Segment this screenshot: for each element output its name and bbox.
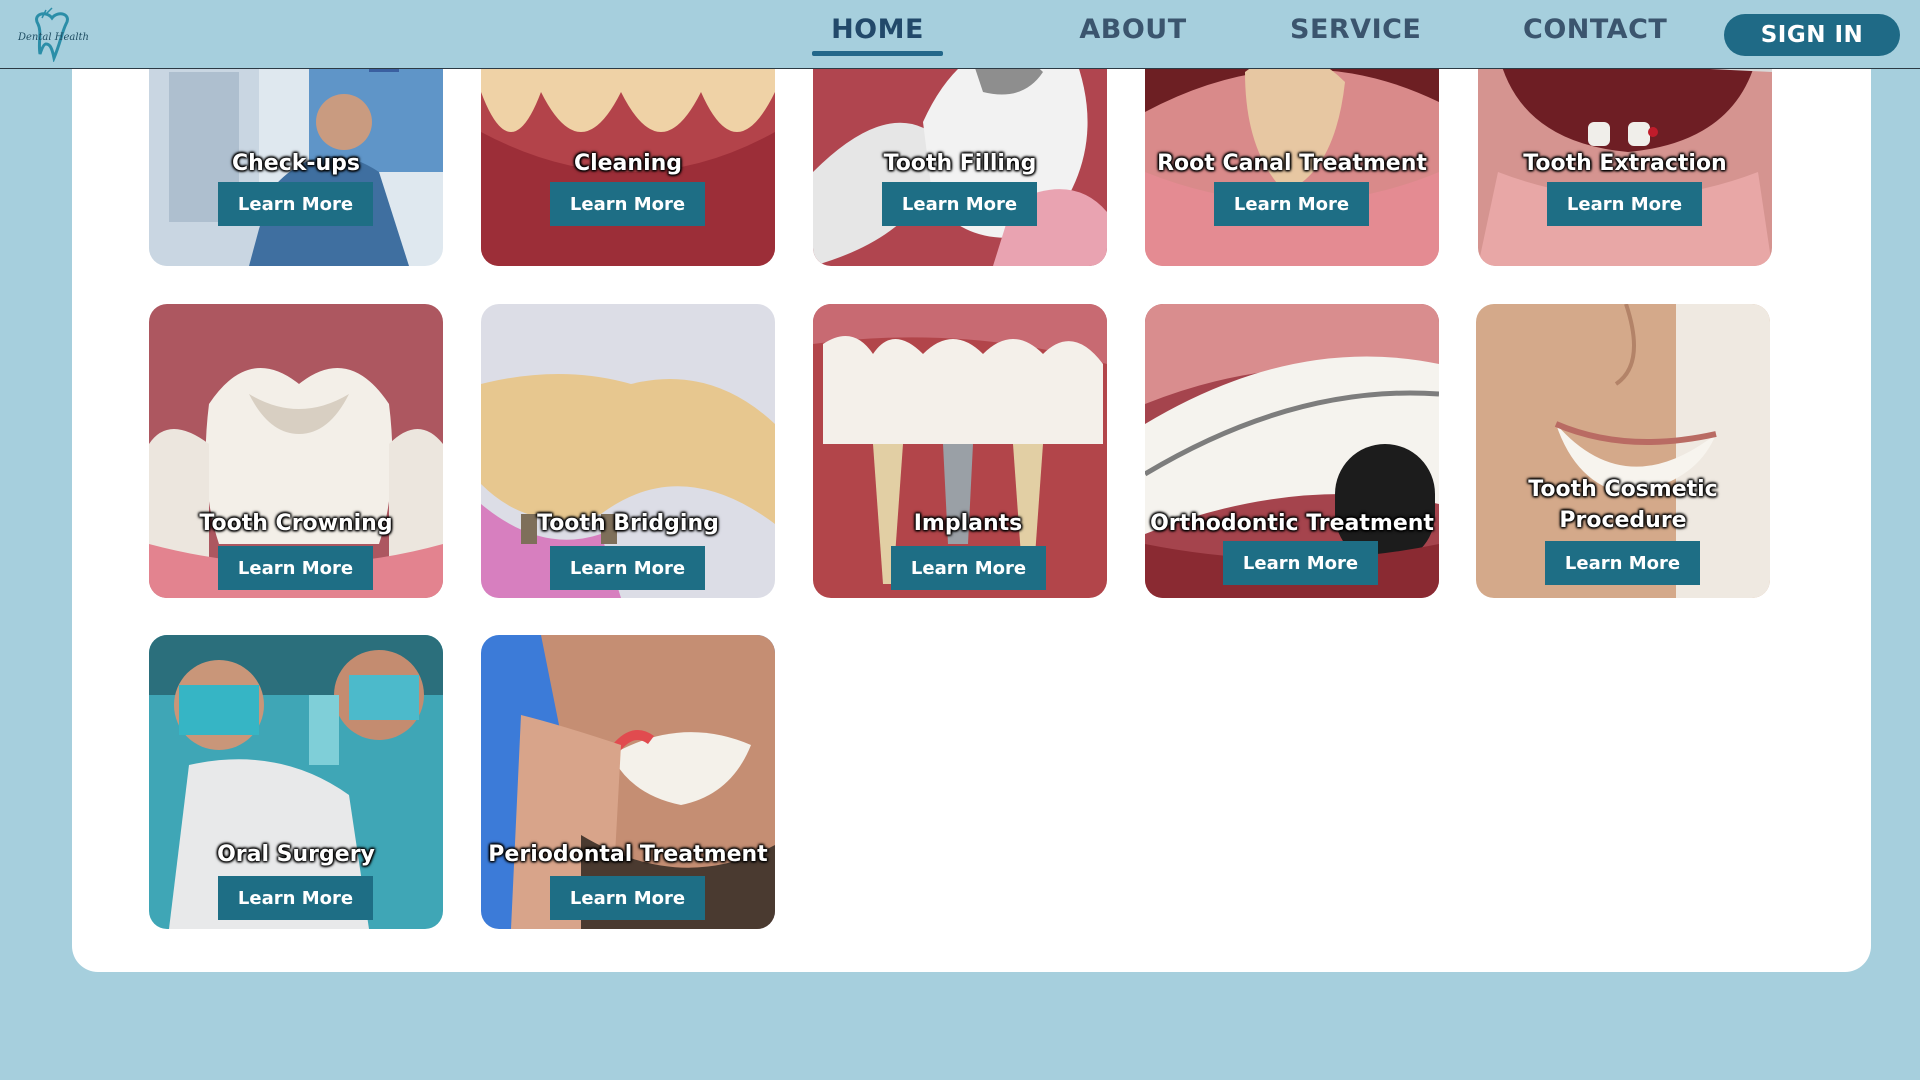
service-card-implants[interactable]: Implants Learn More xyxy=(813,304,1107,598)
learn-more-button[interactable]: Learn More xyxy=(218,546,373,590)
learn-more-button[interactable]: Learn More xyxy=(1545,541,1700,585)
dental-health-logo[interactable]: Dental Health xyxy=(16,4,88,62)
service-title: Cleaning xyxy=(573,151,683,176)
service-card-oral-surgery[interactable]: Oral Surgery Learn More xyxy=(149,635,443,929)
service-card-tooth-crowning[interactable]: Tooth Crowning Learn More xyxy=(149,304,443,598)
service-title: Tooth Filling xyxy=(883,151,1037,176)
service-card-tooth-bridging[interactable]: Tooth Bridging Learn More xyxy=(481,304,775,598)
service-title: Periodontal Treatment xyxy=(488,842,768,867)
service-card-cosmetic[interactable]: Tooth Cosmetic Procedure Learn More xyxy=(1476,304,1770,598)
service-title: Tooth Cosmetic Procedure xyxy=(1528,477,1718,533)
service-card-periodontal[interactable]: Periodontal Treatment Learn More xyxy=(481,635,775,929)
service-card-orthodontic[interactable]: Orthodontic Treatment Learn More xyxy=(1145,304,1439,598)
learn-more-button[interactable]: Learn More xyxy=(550,546,705,590)
nav-about-link[interactable]: ABOUT xyxy=(1052,14,1214,54)
learn-more-button[interactable]: Learn More xyxy=(218,182,373,226)
service-title: Check-ups xyxy=(231,151,361,176)
service-title: Tooth Bridging xyxy=(537,511,719,536)
top-navbar: Dental Health HOME ABOUT SERVICE CONTACT… xyxy=(0,0,1920,69)
service-title: Root Canal Treatment xyxy=(1157,151,1427,176)
learn-more-button[interactable]: Learn More xyxy=(218,876,373,920)
service-title: Implants xyxy=(913,511,1023,536)
learn-more-button[interactable]: Learn More xyxy=(550,876,705,920)
service-title: Tooth Extraction xyxy=(1523,151,1727,176)
nav-contact-link[interactable]: CONTACT xyxy=(1523,14,1667,54)
learn-more-button[interactable]: Learn More xyxy=(550,182,705,226)
learn-more-button[interactable]: Learn More xyxy=(882,182,1037,226)
learn-more-button[interactable]: Learn More xyxy=(891,546,1046,590)
learn-more-button[interactable]: Learn More xyxy=(1223,541,1378,585)
svg-text:Dental Health: Dental Health xyxy=(17,32,88,43)
nav-home-link[interactable]: HOME xyxy=(812,14,943,56)
service-title: Tooth Crowning xyxy=(199,511,393,536)
sign-in-button[interactable]: SIGN IN xyxy=(1724,14,1900,56)
learn-more-button[interactable]: Learn More xyxy=(1547,182,1702,226)
learn-more-button[interactable]: Learn More xyxy=(1214,182,1369,226)
nav-service-link[interactable]: SERVICE xyxy=(1290,14,1421,54)
service-title: Orthodontic Treatment xyxy=(1150,511,1434,536)
service-title: Oral Surgery xyxy=(217,842,375,867)
